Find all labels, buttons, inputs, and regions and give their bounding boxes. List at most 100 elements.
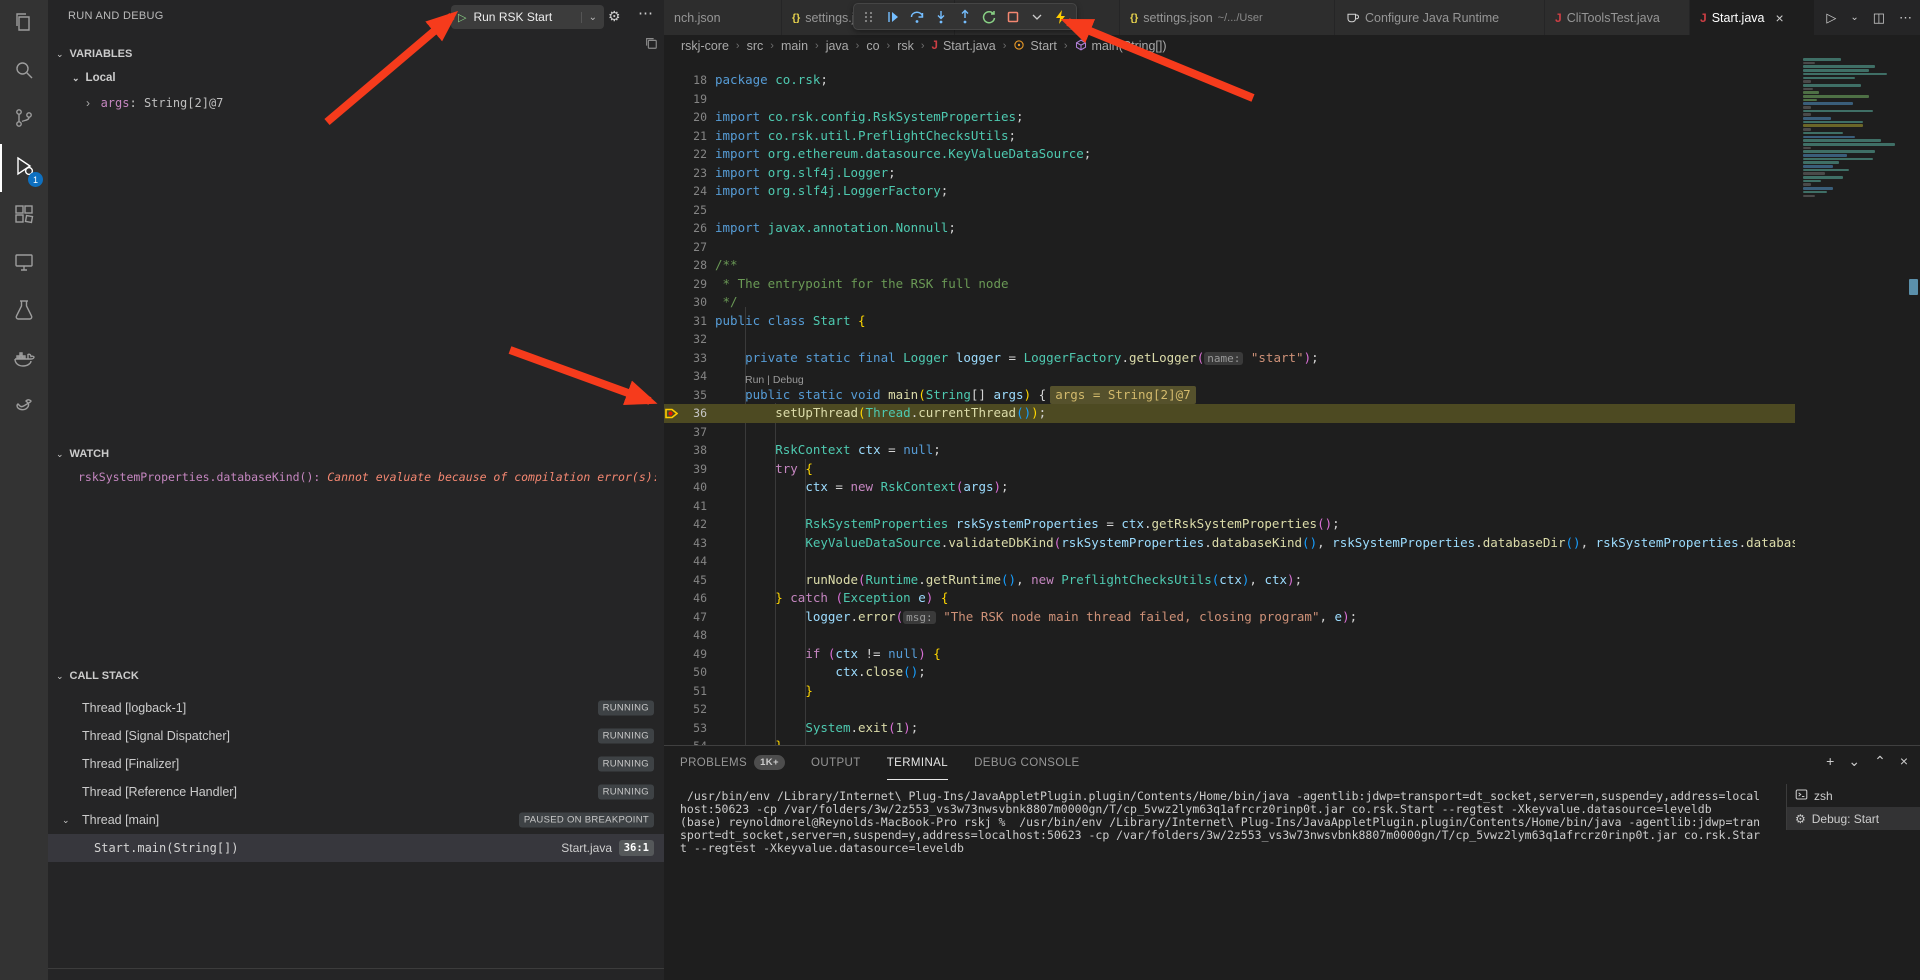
code-line-44[interactable]: 44 bbox=[664, 552, 1795, 571]
breadcrumb-item[interactable]: src bbox=[747, 39, 764, 53]
code-line-22[interactable]: 22import org.ethereum.datasource.KeyValu… bbox=[664, 145, 1795, 164]
breadcrumb-item[interactable]: JStart.java bbox=[932, 39, 996, 53]
code-line-29[interactable]: 29 * The entrypoint for the RSK full nod… bbox=[664, 275, 1795, 294]
views-more-actions-icon[interactable]: ⋯ bbox=[638, 4, 653, 22]
code-line-25[interactable]: 25 bbox=[664, 201, 1795, 220]
editor-tab-clitoolstest-java[interactable]: JCliToolsTest.java bbox=[1545, 0, 1690, 35]
activity-bar-item-source-control[interactable] bbox=[0, 96, 48, 144]
code-line-42[interactable]: 42 RskSystemProperties rskSystemProperti… bbox=[664, 515, 1795, 534]
code-line-21[interactable]: 21import co.rsk.util.PreflightChecksUtil… bbox=[664, 127, 1795, 146]
watch-section-header[interactable]: ⌄ WATCH bbox=[56, 448, 109, 460]
restart-icon[interactable] bbox=[978, 6, 1000, 28]
code-line-45[interactable]: 45 runNode(Runtime.getRuntime(), new Pre… bbox=[664, 571, 1795, 590]
code-line-43[interactable]: 43 KeyValueDataSource.validateDbKind(rsk… bbox=[664, 534, 1795, 553]
panel-tab-debug-console[interactable]: DEBUG CONSOLE bbox=[974, 746, 1080, 780]
run-debug-codelens[interactable]: Run | Debug bbox=[745, 374, 804, 386]
close-panel-icon[interactable]: × bbox=[1900, 753, 1908, 770]
breadcrumb-item[interactable]: co bbox=[866, 39, 879, 53]
code-line-24[interactable]: 24import org.slf4j.LoggerFactory; bbox=[664, 182, 1795, 201]
code-line-30[interactable]: 30 */ bbox=[664, 293, 1795, 312]
code-line-52[interactable]: 52 bbox=[664, 700, 1795, 719]
code-line-51[interactable]: 51 } bbox=[664, 682, 1795, 701]
code-line-54[interactable]: 54 } bbox=[664, 737, 1795, 745]
run-dropdown-icon[interactable]: ⌄ bbox=[1850, 12, 1858, 23]
stop-icon[interactable] bbox=[1002, 6, 1024, 28]
variables-scope-local[interactable]: ⌄ Local bbox=[72, 72, 116, 84]
code-line-47[interactable]: 47 logger.error(msg: "The RSK node main … bbox=[664, 608, 1795, 627]
activity-bar-item-extensions[interactable] bbox=[0, 192, 48, 240]
call-stack-thread[interactable]: ⌄Thread [main]PAUSED ON BREAKPOINT bbox=[48, 806, 664, 834]
code-line-48[interactable]: 48 bbox=[664, 626, 1795, 645]
variables-section-header[interactable]: ⌄ VARIABLES bbox=[56, 48, 132, 60]
debug-settings-gear-icon[interactable]: ⚙ bbox=[608, 8, 621, 25]
code-line-23[interactable]: 23import org.slf4j.Logger; bbox=[664, 164, 1795, 183]
code-line-33[interactable]: 33 private static final Logger logger = … bbox=[664, 349, 1795, 368]
launch-configuration-dropdown[interactable]: ▷ Run RSK Start ⌄ bbox=[451, 5, 604, 29]
close-icon[interactable]: × bbox=[1776, 10, 1784, 26]
call-stack-frame[interactable]: Start.main(String[])Start.java36:1 bbox=[48, 834, 664, 862]
code-line-50[interactable]: 50 ctx.close(); bbox=[664, 663, 1795, 682]
breadcrumb-item[interactable]: main bbox=[781, 39, 808, 53]
activity-bar-item-search[interactable] bbox=[0, 48, 48, 96]
current-line-breakpoint-icon[interactable] bbox=[664, 404, 678, 423]
overview-ruler[interactable] bbox=[1907, 57, 1920, 745]
code-line-27[interactable]: 27 bbox=[664, 238, 1795, 257]
activity-bar-item-explorer[interactable] bbox=[0, 0, 48, 48]
breadcrumb-item[interactable]: rsk bbox=[897, 39, 914, 53]
breadcrumb-item[interactable]: java bbox=[826, 39, 849, 53]
code-line-20[interactable]: 20import co.rsk.config.RskSystemProperti… bbox=[664, 108, 1795, 127]
minimap[interactable] bbox=[1795, 57, 1907, 745]
step-out-icon[interactable] bbox=[954, 6, 976, 28]
editor-tab-settings-json[interactable]: {}settings.json~/.../User bbox=[1120, 0, 1335, 35]
terminal-dropdown-icon[interactable]: ⌄ bbox=[1848, 753, 1860, 770]
breadcrumb-item[interactable]: rskj-core bbox=[681, 39, 729, 53]
panel-tab-terminal[interactable]: TERMINAL bbox=[887, 746, 948, 780]
code-line-49[interactable]: 49 if (ctx != null) { bbox=[664, 645, 1795, 664]
code-line-41[interactable]: 41 bbox=[664, 497, 1795, 516]
continue-icon[interactable] bbox=[882, 6, 904, 28]
hot-code-replace-icon[interactable] bbox=[1050, 6, 1072, 28]
panel-tab-problems[interactable]: PROBLEMS1K+ bbox=[680, 746, 785, 780]
split-editor-icon[interactable]: ◫ bbox=[1873, 10, 1885, 26]
panel-tab-output[interactable]: OUTPUT bbox=[811, 746, 861, 780]
call-stack-thread[interactable]: Thread [Reference Handler]RUNNING bbox=[48, 778, 664, 806]
activity-bar-item-remote-explorer[interactable] bbox=[0, 240, 48, 288]
activity-bar-item-run-and-debug[interactable]: 1 bbox=[0, 144, 48, 192]
editor-tab-nch-json[interactable]: nch.json bbox=[664, 0, 782, 35]
watch-expression-row[interactable]: rskSystemProperties.databaseKind(): Cann… bbox=[78, 470, 656, 484]
call-stack-section-header[interactable]: ⌄ CALL STACK bbox=[56, 670, 139, 682]
terminal-instance-zsh[interactable]: zsh bbox=[1787, 784, 1920, 807]
maximize-panel-icon[interactable]: ⌃ bbox=[1874, 753, 1886, 770]
terminal-output[interactable]: /usr/bin/env /Library/Internet\ Plug-Ins… bbox=[680, 790, 1784, 855]
code-line-39[interactable]: 39 try { bbox=[664, 460, 1795, 479]
code-line-18[interactable]: 18package co.rsk; bbox=[664, 71, 1795, 90]
editor-tab-start-java[interactable]: JStart.java× bbox=[1690, 0, 1815, 35]
code-line-35[interactable]: 35 public static void main(String[] args… bbox=[664, 386, 1795, 405]
activity-bar-item-testing[interactable] bbox=[0, 288, 48, 336]
code-line-28[interactable]: 28/** bbox=[664, 256, 1795, 275]
step-into-icon[interactable] bbox=[930, 6, 952, 28]
run-or-debug-icon[interactable]: ▷ bbox=[1826, 10, 1836, 26]
code-line-40[interactable]: 40 ctx = new RskContext(args); bbox=[664, 478, 1795, 497]
code-line-53[interactable]: 53 System.exit(1); bbox=[664, 719, 1795, 738]
code-line-38[interactable]: 38 RskContext ctx = null; bbox=[664, 441, 1795, 460]
code-line-37[interactable]: 37 bbox=[664, 423, 1795, 442]
activity-bar-item-docker[interactable] bbox=[0, 336, 48, 384]
call-stack-thread[interactable]: Thread [Finalizer]RUNNING bbox=[48, 750, 664, 778]
code-line-36[interactable]: 36 setUpThread(Thread.currentThread()); bbox=[664, 404, 1795, 423]
code-line-34[interactable]: 34 bbox=[664, 367, 1795, 386]
code-line-31[interactable]: 31public class Start { bbox=[664, 312, 1795, 331]
call-stack-thread[interactable]: Thread [logback-1]RUNNING bbox=[48, 694, 664, 722]
stop-menu-icon[interactable] bbox=[1026, 6, 1048, 28]
terminal-instance-debug-start[interactable]: ⚙Debug: Start bbox=[1787, 807, 1920, 830]
code-line-32[interactable]: 32 bbox=[664, 330, 1795, 349]
code-line-19[interactable]: 19 bbox=[664, 90, 1795, 109]
code-editor[interactable]: Run | Debug 18package co.rsk;1920import … bbox=[664, 57, 1795, 745]
activity-bar-item-gradle[interactable] bbox=[0, 384, 48, 432]
call-stack-thread[interactable]: Thread [Signal Dispatcher]RUNNING bbox=[48, 722, 664, 750]
more-actions-icon[interactable]: ⋯ bbox=[1899, 10, 1912, 26]
editor-tab-configure-java-runtime[interactable]: Configure Java Runtime bbox=[1335, 0, 1545, 35]
variable-args[interactable]: › args: String[2]@7 bbox=[86, 96, 223, 110]
chevron-down-icon[interactable]: ⌄ bbox=[581, 12, 597, 23]
code-line-26[interactable]: 26import javax.annotation.Nonnull; bbox=[664, 219, 1795, 238]
